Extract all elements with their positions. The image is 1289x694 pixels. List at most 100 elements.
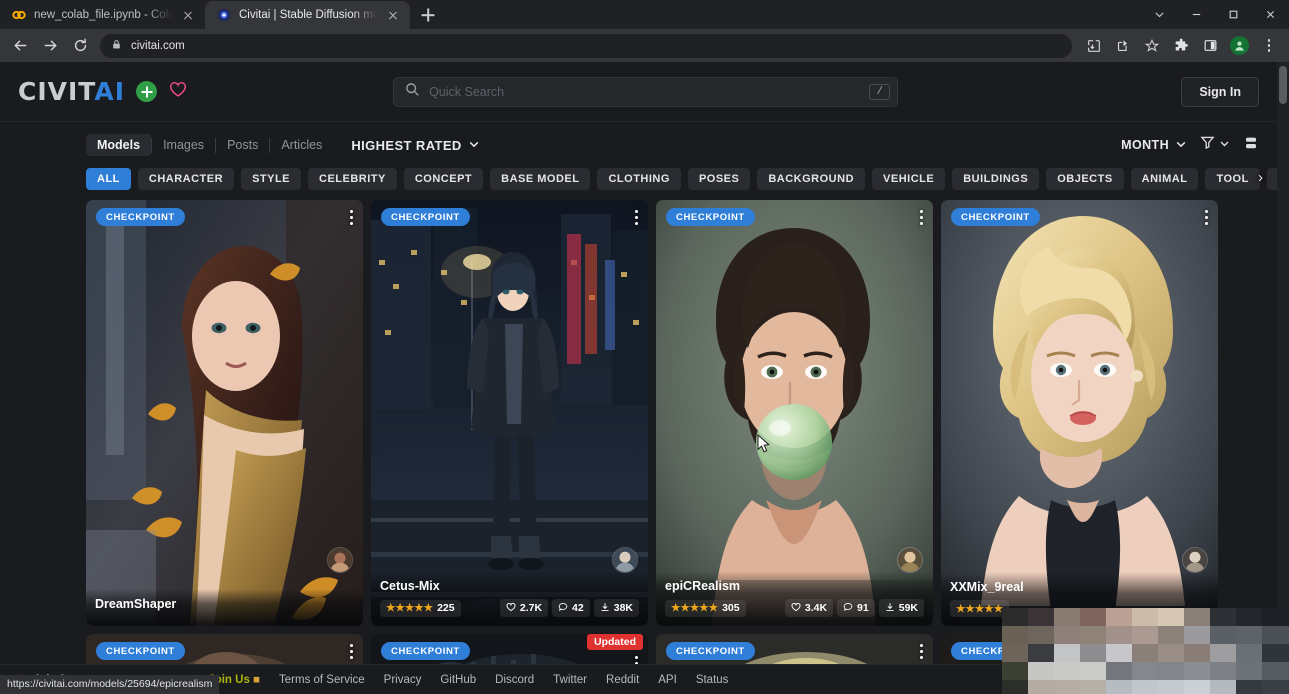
card-menu-button[interactable] xyxy=(350,644,353,659)
browser-menu-icon[interactable] xyxy=(1255,32,1283,60)
browser-tab-colab[interactable]: new_colab_file.ipynb - Colaborat xyxy=(0,1,205,29)
share-icon[interactable] xyxy=(1109,32,1137,60)
layout-toggle-button[interactable] xyxy=(1243,135,1259,156)
address-bar[interactable]: civitai.com xyxy=(100,33,1072,58)
model-preview-image xyxy=(941,200,1218,626)
chip-action[interactable]: ACTION xyxy=(1266,167,1277,190)
model-card[interactable]: CHECKPOINT DreamShaper xyxy=(86,200,363,626)
tab-posts[interactable]: Posts xyxy=(216,134,269,156)
period-value: MONTH xyxy=(1121,138,1169,152)
card-menu-button[interactable] xyxy=(350,210,353,225)
browser-toolbar: civitai.com xyxy=(0,29,1289,62)
tab-models[interactable]: Models xyxy=(86,134,152,156)
scrollbar-thumb[interactable] xyxy=(1279,66,1287,104)
comments-pill: 42 xyxy=(552,599,590,617)
browser-tab-civitai[interactable]: Civitai | Stable Diffusion models, xyxy=(205,1,410,29)
tab-title: Civitai | Stable Diffusion models, xyxy=(239,9,377,21)
model-card[interactable]: CHECKPOINT XXMix_9real ★★★★★ xyxy=(941,200,1218,626)
chevron-right-icon[interactable]: › xyxy=(1258,169,1263,186)
card-footer: Cetus-Mix ★★★★★ 225 2.7K 42 38K xyxy=(371,571,648,626)
forward-icon[interactable] xyxy=(36,32,64,60)
maximize-icon[interactable] xyxy=(1215,0,1252,29)
footer-link-github[interactable]: GitHub xyxy=(440,674,476,686)
chip-buildings[interactable]: BUILDINGS xyxy=(952,167,1040,190)
close-icon[interactable] xyxy=(180,7,196,23)
chip-objects[interactable]: OBJECTS xyxy=(1046,167,1124,190)
avatar[interactable] xyxy=(1182,547,1208,573)
engagement-pills: 2.7K 42 38K xyxy=(499,599,639,617)
chip-poses[interactable]: POSES xyxy=(687,167,751,190)
new-tab-button[interactable] xyxy=(414,1,442,29)
chip-base-model[interactable]: BASE MODEL xyxy=(490,167,591,190)
heart-icon[interactable] xyxy=(168,79,188,104)
model-title: epiCRealism xyxy=(665,579,741,593)
lock-icon xyxy=(111,39,122,53)
card-stats: ★★★★★ 225 2.7K 42 38K xyxy=(380,599,639,617)
bookmark-star-icon[interactable] xyxy=(1138,32,1166,60)
card-footer: epiCRealism ★★★★★ 305 3.4K 91 59K xyxy=(656,571,933,626)
tab-articles[interactable]: Articles xyxy=(270,134,333,156)
chip-tool[interactable]: TOOL xyxy=(1205,167,1260,190)
card-menu-button[interactable] xyxy=(920,210,923,225)
footer-link-discord[interactable]: Discord xyxy=(495,674,534,686)
chip-all[interactable]: ALL xyxy=(86,167,131,190)
card-menu-button[interactable] xyxy=(1205,210,1208,225)
colab-icon xyxy=(11,8,26,23)
downloads-pill: 59K xyxy=(878,599,924,617)
chip-character[interactable]: CHARACTER xyxy=(137,167,235,190)
chip-clothing[interactable]: CLOTHING xyxy=(597,167,681,190)
close-icon[interactable] xyxy=(385,7,401,23)
period-dropdown[interactable]: MONTH xyxy=(1121,138,1187,153)
sort-value: HIGHEST RATED xyxy=(351,137,462,153)
model-card[interactable]: CHECKPOINT Cetus-Mix ★★★★★ 225 2.7K 42 3… xyxy=(371,200,648,626)
footer-link-reddit[interactable]: Reddit xyxy=(606,674,639,686)
downloads-count: 59K xyxy=(898,602,918,614)
avatar[interactable] xyxy=(612,547,638,573)
extensions-puzzle-icon[interactable] xyxy=(1167,32,1195,60)
logo-text-civit: CIVIT xyxy=(18,77,95,106)
updated-badge: Updated xyxy=(587,634,643,650)
create-plus-icon[interactable] xyxy=(136,81,158,102)
site-header: CIVITAI Quick Search / Sign In xyxy=(0,62,1277,122)
star-rating-icons: ★★★★★ xyxy=(671,602,719,614)
card-menu-button[interactable] xyxy=(635,210,638,225)
chip-animal[interactable]: ANIMAL xyxy=(1130,167,1199,190)
page-scrollbar-vertical[interactable] xyxy=(1277,62,1289,694)
filter-button[interactable] xyxy=(1200,135,1230,155)
model-type-badge: CHECKPOINT xyxy=(381,642,470,660)
footer-link-privacy[interactable]: Privacy xyxy=(384,674,422,686)
site-logo[interactable]: CIVITAI xyxy=(18,77,188,106)
chip-celebrity[interactable]: CELEBRITY xyxy=(308,167,397,190)
install-app-icon[interactable] xyxy=(1080,32,1108,60)
sort-dropdown[interactable]: HIGHEST RATED xyxy=(351,138,479,153)
search-shortcut-badge: / xyxy=(869,83,891,100)
footer-link-twitter[interactable]: Twitter xyxy=(553,674,587,686)
model-card[interactable]: CHECKPOINT epiCRealism ★★★★★ 305 3.4K 91… xyxy=(656,200,933,626)
reload-icon[interactable] xyxy=(66,32,94,60)
search-input[interactable]: Quick Search / xyxy=(393,76,899,107)
minimize-icon[interactable] xyxy=(1178,0,1215,29)
footer-link-api[interactable]: API xyxy=(658,674,677,686)
badge-icon: ■ xyxy=(253,673,261,686)
chip-background[interactable]: BACKGROUND xyxy=(757,167,866,190)
card-stats: ★★★★★ 305 3.4K 91 59K xyxy=(665,599,924,617)
profile-avatar[interactable] xyxy=(1230,36,1249,55)
footer-link-terms[interactable]: Terms of Service xyxy=(279,674,365,686)
chip-concept[interactable]: CONCEPT xyxy=(403,167,484,190)
chevron-down-icon[interactable] xyxy=(1141,0,1178,29)
close-icon[interactable] xyxy=(1252,0,1289,29)
star-rating-icons: ★★★★★ xyxy=(386,602,434,614)
chip-style[interactable]: STYLE xyxy=(241,167,302,190)
tab-images[interactable]: Images xyxy=(152,134,215,156)
footer-link-status[interactable]: Status xyxy=(696,674,729,686)
side-panel-icon[interactable] xyxy=(1196,32,1224,60)
sign-in-button[interactable]: Sign In xyxy=(1181,76,1259,107)
download-icon xyxy=(885,602,895,615)
avatar[interactable] xyxy=(897,547,923,573)
chip-vehicle[interactable]: VEHICLE xyxy=(872,167,946,190)
model-card-grid: CHECKPOINT DreamShaper CHECKPOINT Cetus-… xyxy=(0,192,1277,626)
avatar[interactable] xyxy=(327,547,353,573)
back-icon[interactable] xyxy=(6,32,34,60)
card-menu-button[interactable] xyxy=(920,644,923,659)
chevron-down-icon xyxy=(1219,136,1230,154)
